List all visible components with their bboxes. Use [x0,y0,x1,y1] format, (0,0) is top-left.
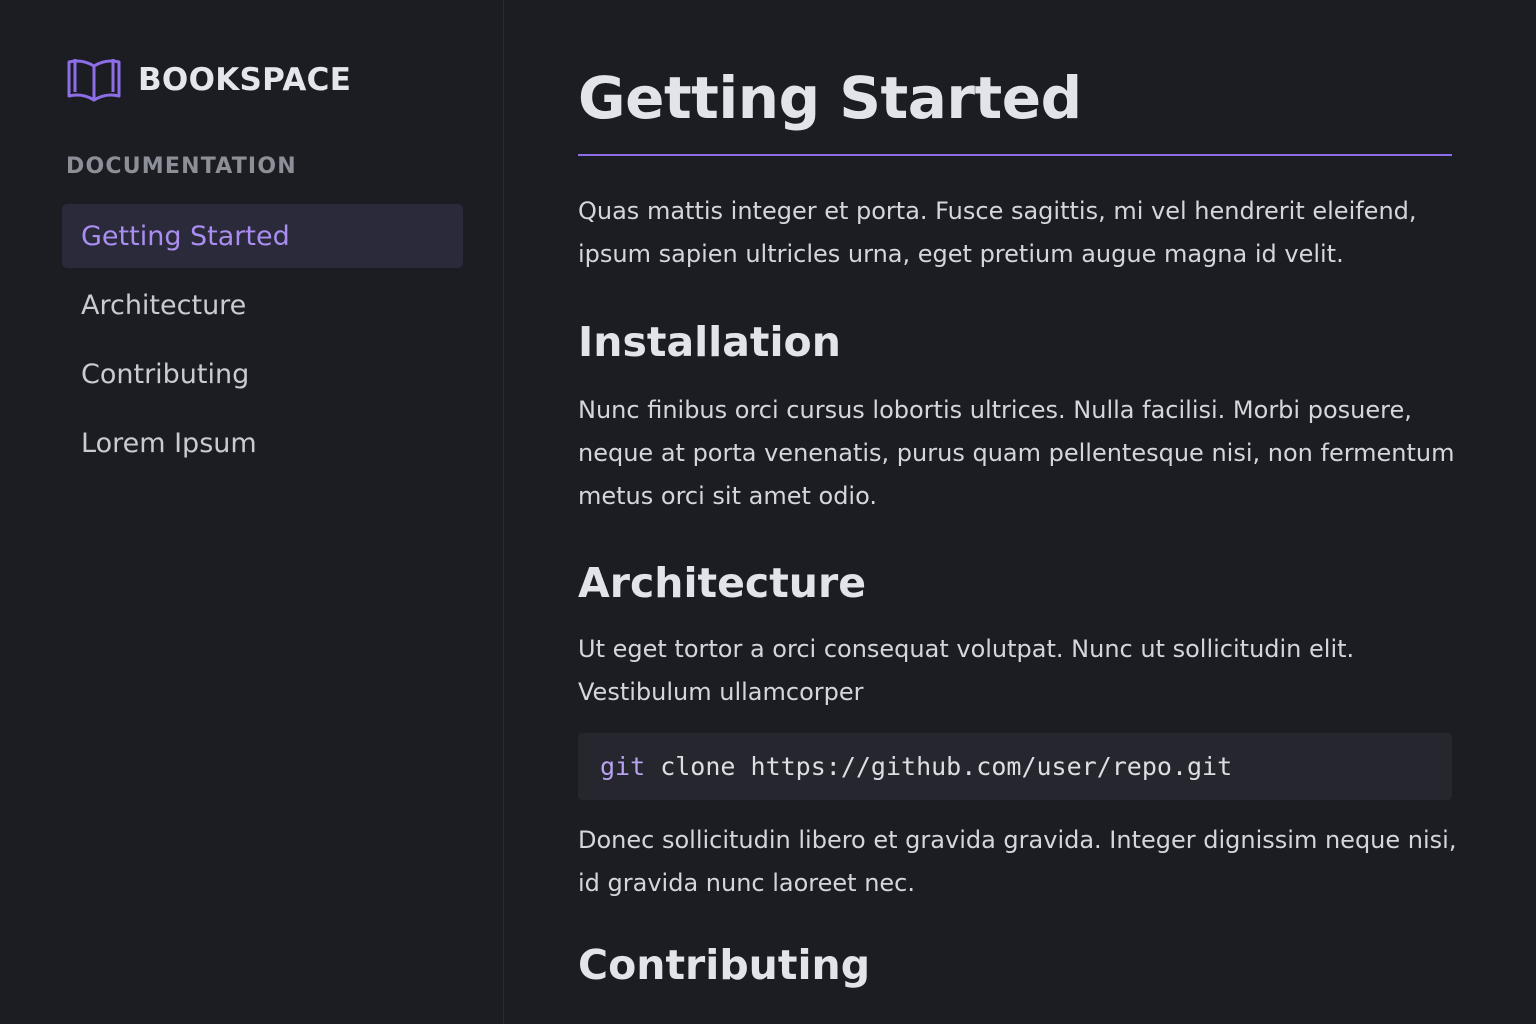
brand[interactable]: BOOKSPACE [66,56,351,104]
sidebar-item-lorem-ipsum[interactable]: Lorem Ipsum [62,411,463,475]
brand-name: BOOKSPACE [138,62,352,98]
main-content: Getting Started Quas mattis integer et p… [504,0,1536,1024]
sidebar-section-label: DOCUMENTATION [66,154,297,179]
heading-contributing: Contributing [578,941,871,989]
title-divider [578,154,1452,156]
installation-paragraph: Nunc finibus orci cursus lobortis ultric… [578,396,1455,510]
code-keyword: git [600,752,646,781]
after-code-paragraph: Donec sollicitudin libero et gravida gra… [578,826,1457,897]
intro-paragraph: Quas mattis integer et porta. Fusce sagi… [578,197,1417,268]
sidebar-item-architecture[interactable]: Architecture [62,273,463,337]
heading-installation: Installation [578,318,841,366]
code-block[interactable]: git clone https://github.com/user/repo.g… [578,733,1452,800]
open-book-icon [66,56,122,104]
app-window: BOOKSPACE DOCUMENTATION Getting Started … [0,0,1536,1024]
code-command: clone https://github.com/user/repo.git [645,752,1233,781]
sidebar-item-getting-started[interactable]: Getting Started [62,204,463,268]
heading-architecture: Architecture [578,559,867,607]
page-title: Getting Started [578,64,1082,132]
architecture-paragraph: Ut eget tortor a orci consequat volutpat… [578,635,1355,706]
sidebar-item-contributing[interactable]: Contributing [62,342,463,406]
sidebar-nav: Getting Started Architecture Contributin… [62,204,463,480]
sidebar: BOOKSPACE DOCUMENTATION Getting Started … [0,0,504,1024]
